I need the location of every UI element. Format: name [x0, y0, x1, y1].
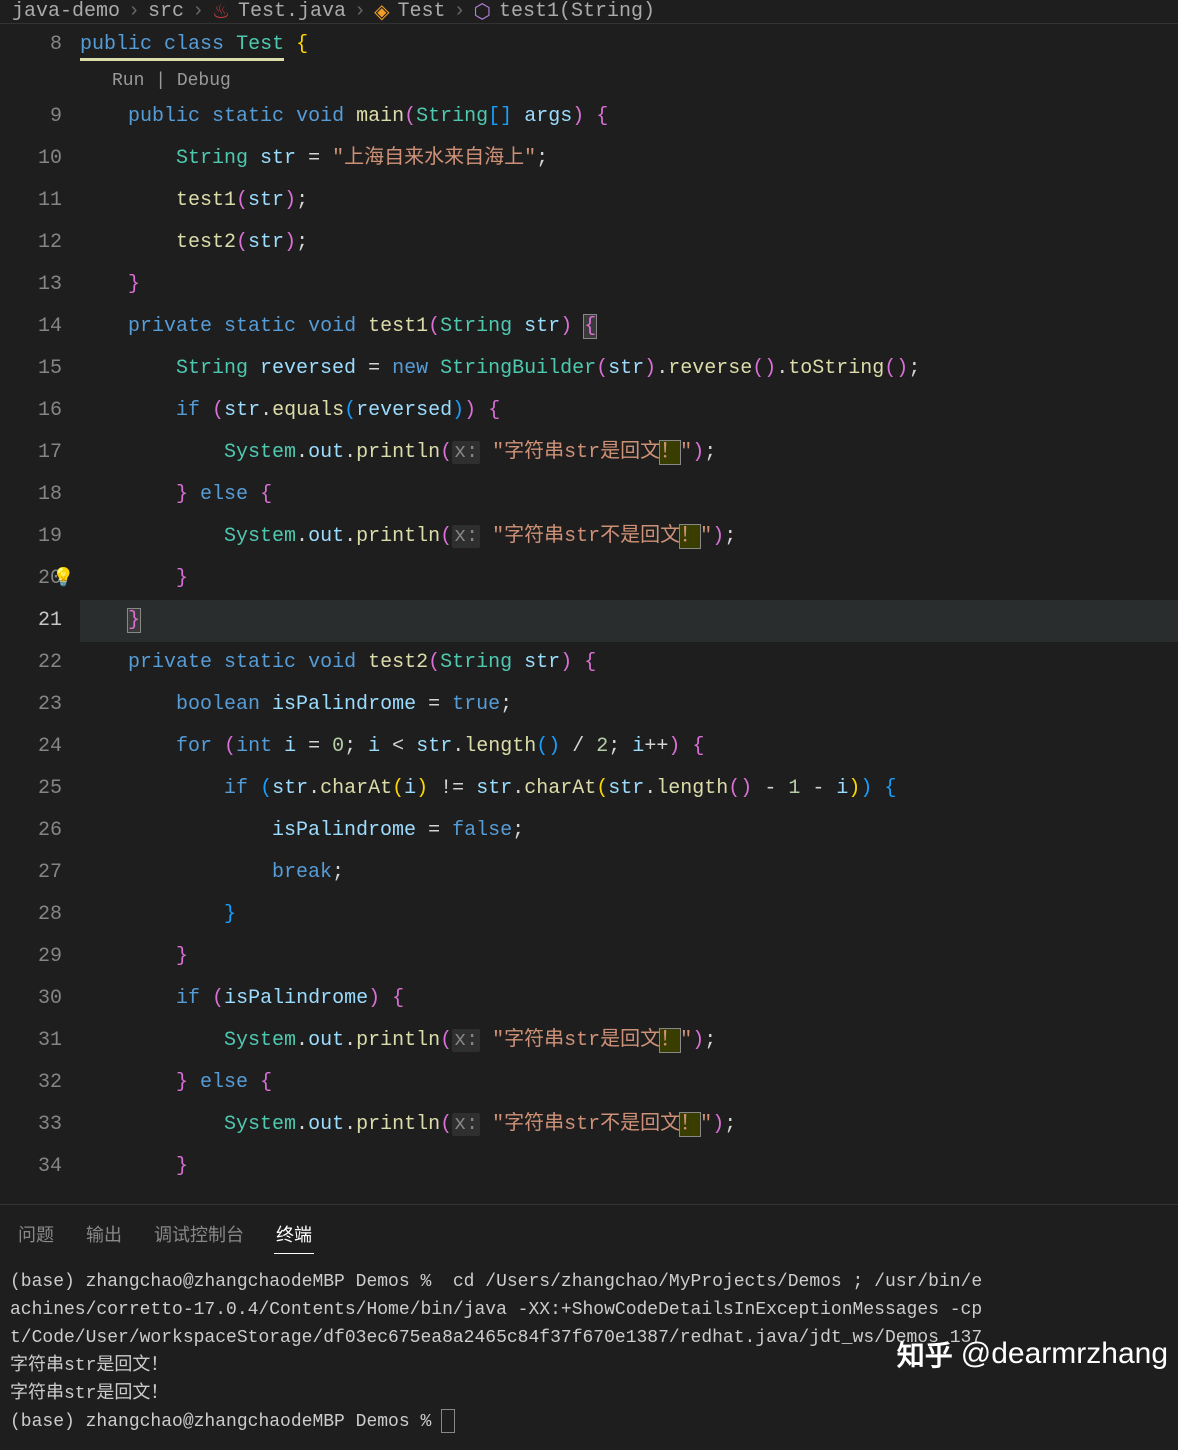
code-line[interactable]: } else {: [80, 474, 1178, 516]
code-line[interactable]: }: [80, 1146, 1178, 1188]
code-line[interactable]: System.out.println(x: "字符串str不是回文！");: [80, 516, 1178, 558]
code-line[interactable]: }: [80, 936, 1178, 978]
code-area[interactable]: public class Test { Run | Debug public s…: [80, 24, 1178, 1204]
code-line[interactable]: System.out.println(x: "字符串str不是回文！");: [80, 1104, 1178, 1146]
zhihu-logo-icon: 知乎: [897, 1334, 953, 1374]
java-file-icon: ♨: [212, 0, 230, 25]
breadcrumb-folder[interactable]: src: [148, 0, 184, 23]
code-line[interactable]: if (isPalindrome) {: [80, 978, 1178, 1020]
code-line-active[interactable]: }: [80, 600, 1178, 642]
code-line[interactable]: System.out.println(x: "字符串str是回文！");: [80, 432, 1178, 474]
code-line[interactable]: public static void main(String[] args) {: [80, 96, 1178, 138]
panel-tabs: 问题 输出 调试控制台 终端: [0, 1205, 1178, 1254]
chevron-right-icon: ›: [354, 0, 366, 23]
tab-problems[interactable]: 问题: [16, 1215, 56, 1254]
breadcrumb: java-demo › src › ♨ Test.java › ◈ Test ›…: [0, 0, 1178, 24]
breadcrumb-class[interactable]: Test: [397, 0, 445, 23]
code-line[interactable]: System.out.println(x: "字符串str是回文！");: [80, 1020, 1178, 1062]
code-line[interactable]: test1(str);: [80, 180, 1178, 222]
chevron-right-icon: ›: [192, 0, 204, 23]
code-line[interactable]: public class Test {: [80, 24, 1178, 66]
code-line[interactable]: } else {: [80, 1062, 1178, 1104]
code-line[interactable]: boolean isPalindrome = true;: [80, 684, 1178, 726]
chevron-right-icon: ›: [453, 0, 465, 23]
chevron-right-icon: ›: [128, 0, 140, 23]
method-icon: ⬡: [473, 0, 490, 25]
lightbulb-icon[interactable]: 💡: [52, 558, 74, 600]
code-line[interactable]: for (int i = 0; i < str.length() / 2; i+…: [80, 726, 1178, 768]
watermark: 知乎 @dearmrzhang: [897, 1334, 1168, 1374]
code-line[interactable]: private static void test2(String str) {: [80, 642, 1178, 684]
code-line[interactable]: private static void test1(String str) {: [80, 306, 1178, 348]
code-line[interactable]: test2(str);: [80, 222, 1178, 264]
tab-output[interactable]: 输出: [84, 1215, 124, 1254]
code-line[interactable]: }: [80, 264, 1178, 306]
code-line[interactable]: String str = "上海自来水来自海上";: [80, 138, 1178, 180]
tab-debug-console[interactable]: 调试控制台: [152, 1215, 246, 1254]
code-line[interactable]: }: [80, 894, 1178, 936]
codelens: Run | Debug: [80, 66, 1178, 96]
code-editor[interactable]: 8910111213141516171819202122232425262728…: [0, 24, 1178, 1204]
code-line[interactable]: if (str.charAt(i) != str.charAt(str.leng…: [80, 768, 1178, 810]
code-line[interactable]: break;: [80, 852, 1178, 894]
breadcrumb-file[interactable]: Test.java: [238, 0, 346, 23]
debug-codelens[interactable]: Debug: [177, 71, 231, 91]
line-number-gutter: 8910111213141516171819202122232425262728…: [0, 24, 80, 1204]
class-icon: ◈: [374, 0, 389, 25]
code-line[interactable]: 💡 }: [80, 558, 1178, 600]
code-line[interactable]: isPalindrome = false;: [80, 810, 1178, 852]
breadcrumb-project[interactable]: java-demo: [12, 0, 120, 23]
code-line[interactable]: String reversed = new StringBuilder(str)…: [80, 348, 1178, 390]
bottom-panel: 问题 输出 调试控制台 终端 (base) zhangchao@zhangcha…: [0, 1204, 1178, 1434]
tab-terminal[interactable]: 终端: [274, 1215, 314, 1254]
run-codelens[interactable]: Run: [112, 71, 144, 91]
breadcrumb-method[interactable]: test1(String): [499, 0, 655, 23]
watermark-handle: @dearmrzhang: [961, 1337, 1168, 1371]
code-line[interactable]: if (str.equals(reversed)) {: [80, 390, 1178, 432]
